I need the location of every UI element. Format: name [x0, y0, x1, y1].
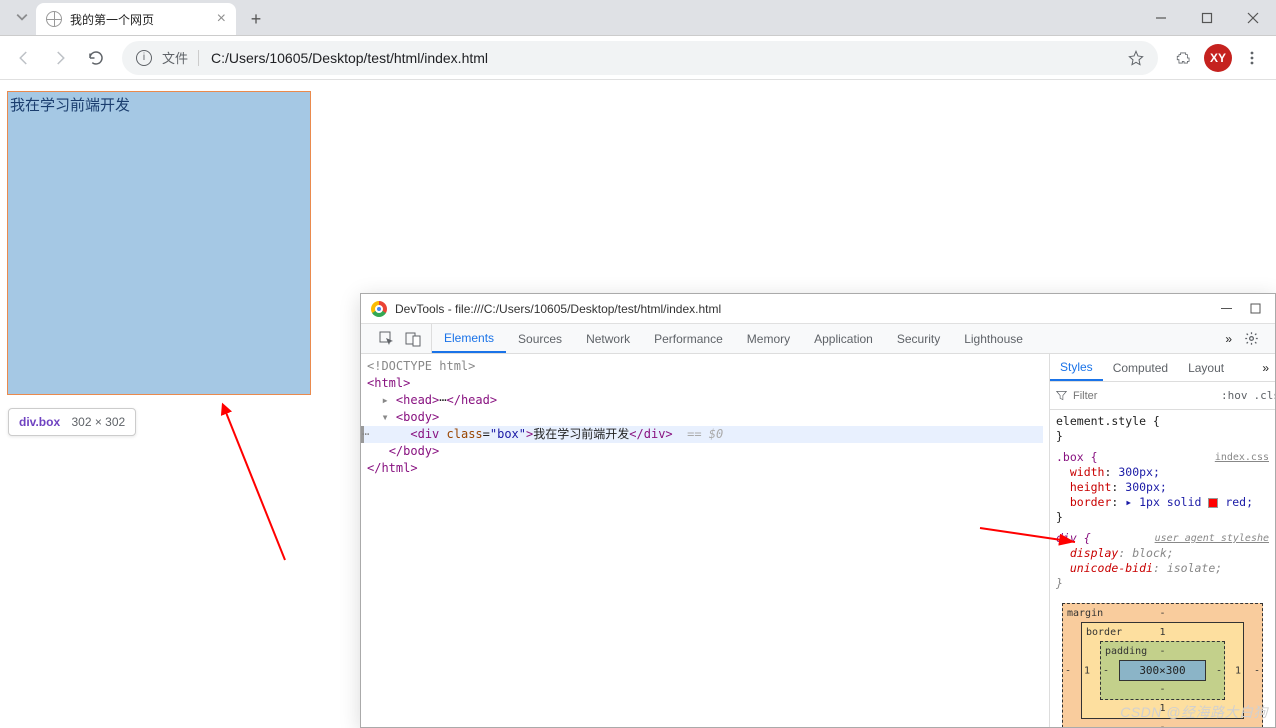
minimize-button[interactable] — [1138, 0, 1184, 36]
tabs-overflow-icon[interactable]: » — [1225, 332, 1232, 346]
address-bar[interactable]: i 文件 C:/Users/10605/Desktop/test/html/in… — [122, 41, 1158, 75]
inspect-element-icon[interactable] — [379, 331, 395, 347]
tab-sources[interactable]: Sources — [506, 324, 574, 353]
url-scheme-label: 文件 — [162, 48, 188, 67]
browser-toolbar: i 文件 C:/Users/10605/Desktop/test/html/in… — [0, 36, 1276, 80]
tooltip-selector: div.box — [19, 415, 60, 429]
devtools-tabbar: Elements Sources Network Performance Mem… — [361, 324, 1275, 354]
browser-tab[interactable]: 我的第一个网页 × — [36, 3, 236, 35]
annotation-arrow — [210, 400, 300, 570]
styles-panel: Styles Computed Layout » :hov .cls + — [1050, 354, 1275, 727]
devtools-window: DevTools - file:///C:/Users/10605/Deskto… — [360, 293, 1276, 728]
tab-strip: 我的第一个网页 × + — [0, 0, 1276, 36]
device-toolbar-icon[interactable] — [405, 331, 421, 347]
side-tab-styles[interactable]: Styles — [1050, 354, 1103, 381]
devtools-minimize-icon[interactable] — [1221, 303, 1232, 314]
window-controls — [1138, 0, 1276, 36]
dom-body-close[interactable]: </body> — [389, 444, 440, 458]
side-tabbar: Styles Computed Layout » — [1050, 354, 1275, 382]
tab-lighthouse[interactable]: Lighthouse — [952, 324, 1035, 353]
dom-html-close[interactable]: </html> — [367, 461, 418, 475]
dom-doctype[interactable]: <!DOCTYPE html> — [367, 358, 1043, 375]
side-overflow-icon[interactable]: » — [1262, 361, 1275, 375]
forward-button[interactable] — [44, 42, 76, 74]
dom-selected-element[interactable]: <div class="box">我在学习前端开发</div> == $0 — [361, 426, 1043, 443]
devtools-title: DevTools - file:///C:/Users/10605/Deskto… — [395, 302, 1213, 316]
tab-security[interactable]: Security — [885, 324, 952, 353]
settings-gear-icon[interactable] — [1244, 331, 1259, 346]
url-text: C:/Users/10605/Desktop/test/html/index.h… — [198, 50, 488, 66]
elements-dom-tree[interactable]: <!DOCTYPE html> <html> ▸ <head>⋯</head> … — [361, 354, 1050, 727]
rule-source-link[interactable]: index.css — [1215, 450, 1269, 465]
cls-toggle[interactable]: .cls — [1254, 389, 1276, 402]
bookmark-icon[interactable] — [1128, 50, 1144, 66]
chrome-logo-icon — [371, 301, 387, 317]
tooltip-dimensions: 302 × 302 — [71, 415, 125, 429]
tabs-dropdown-button[interactable] — [8, 3, 36, 31]
box-model-content: 300×300 — [1119, 660, 1206, 681]
site-info-icon[interactable]: i — [136, 50, 152, 66]
element-tooltip: div.box 302 × 302 — [8, 408, 136, 436]
avatar-initials: XY — [1210, 51, 1226, 65]
rule-element-style: element.style { } — [1056, 414, 1269, 444]
profile-avatar[interactable]: XY — [1204, 44, 1232, 72]
dom-html-open[interactable]: <html> — [367, 376, 410, 390]
side-tab-layout[interactable]: Layout — [1178, 354, 1234, 381]
reload-button[interactable] — [80, 42, 112, 74]
tab-title: 我的第一个网页 — [70, 11, 209, 28]
box-text: 我在学习前端开发 — [10, 97, 130, 114]
hov-toggle[interactable]: :hov — [1221, 389, 1248, 402]
tab-network[interactable]: Network — [574, 324, 642, 353]
tab-memory[interactable]: Memory — [735, 324, 802, 353]
rule-source-ua: user agent styleshe — [1155, 531, 1269, 546]
tab-elements[interactable]: Elements — [432, 324, 506, 353]
inspected-box[interactable]: 我在学习前端开发 — [8, 92, 310, 394]
dom-head-close[interactable]: </head> — [447, 393, 498, 407]
close-icon[interactable]: × — [217, 11, 226, 27]
dom-body-open[interactable]: <body> — [396, 410, 439, 424]
rule-box: index.css .box { width: 300px; height: 3… — [1056, 450, 1269, 525]
back-button[interactable] — [8, 42, 40, 74]
side-tab-computed[interactable]: Computed — [1103, 354, 1178, 381]
page-viewport: 我在学习前端开发 div.box 302 × 302 DevTools - fi… — [0, 80, 1276, 728]
menu-icon[interactable] — [1236, 42, 1268, 74]
watermark-text: CSDN @经海路大白狗 — [1120, 702, 1268, 722]
devtools-maximize-icon[interactable] — [1250, 303, 1261, 314]
maximize-button[interactable] — [1184, 0, 1230, 36]
styles-filter-input[interactable] — [1073, 390, 1215, 402]
extensions-icon[interactable] — [1168, 42, 1200, 74]
close-window-button[interactable] — [1230, 0, 1276, 36]
filter-icon — [1056, 390, 1067, 401]
globe-icon — [46, 11, 62, 27]
devtools-window-controls — [1221, 303, 1265, 314]
new-tab-button[interactable]: + — [242, 5, 270, 33]
tab-performance[interactable]: Performance — [642, 324, 735, 353]
css-rules-list[interactable]: element.style { } index.css .box { width… — [1050, 410, 1275, 727]
rule-div-ua: user agent styleshe div { display: block… — [1056, 531, 1269, 591]
tab-application[interactable]: Application — [802, 324, 885, 353]
color-swatch[interactable] — [1208, 498, 1218, 508]
styles-toolbar: :hov .cls + — [1050, 382, 1275, 410]
dom-head-open[interactable]: <head> — [396, 393, 439, 407]
devtools-titlebar[interactable]: DevTools - file:///C:/Users/10605/Deskto… — [361, 294, 1275, 324]
